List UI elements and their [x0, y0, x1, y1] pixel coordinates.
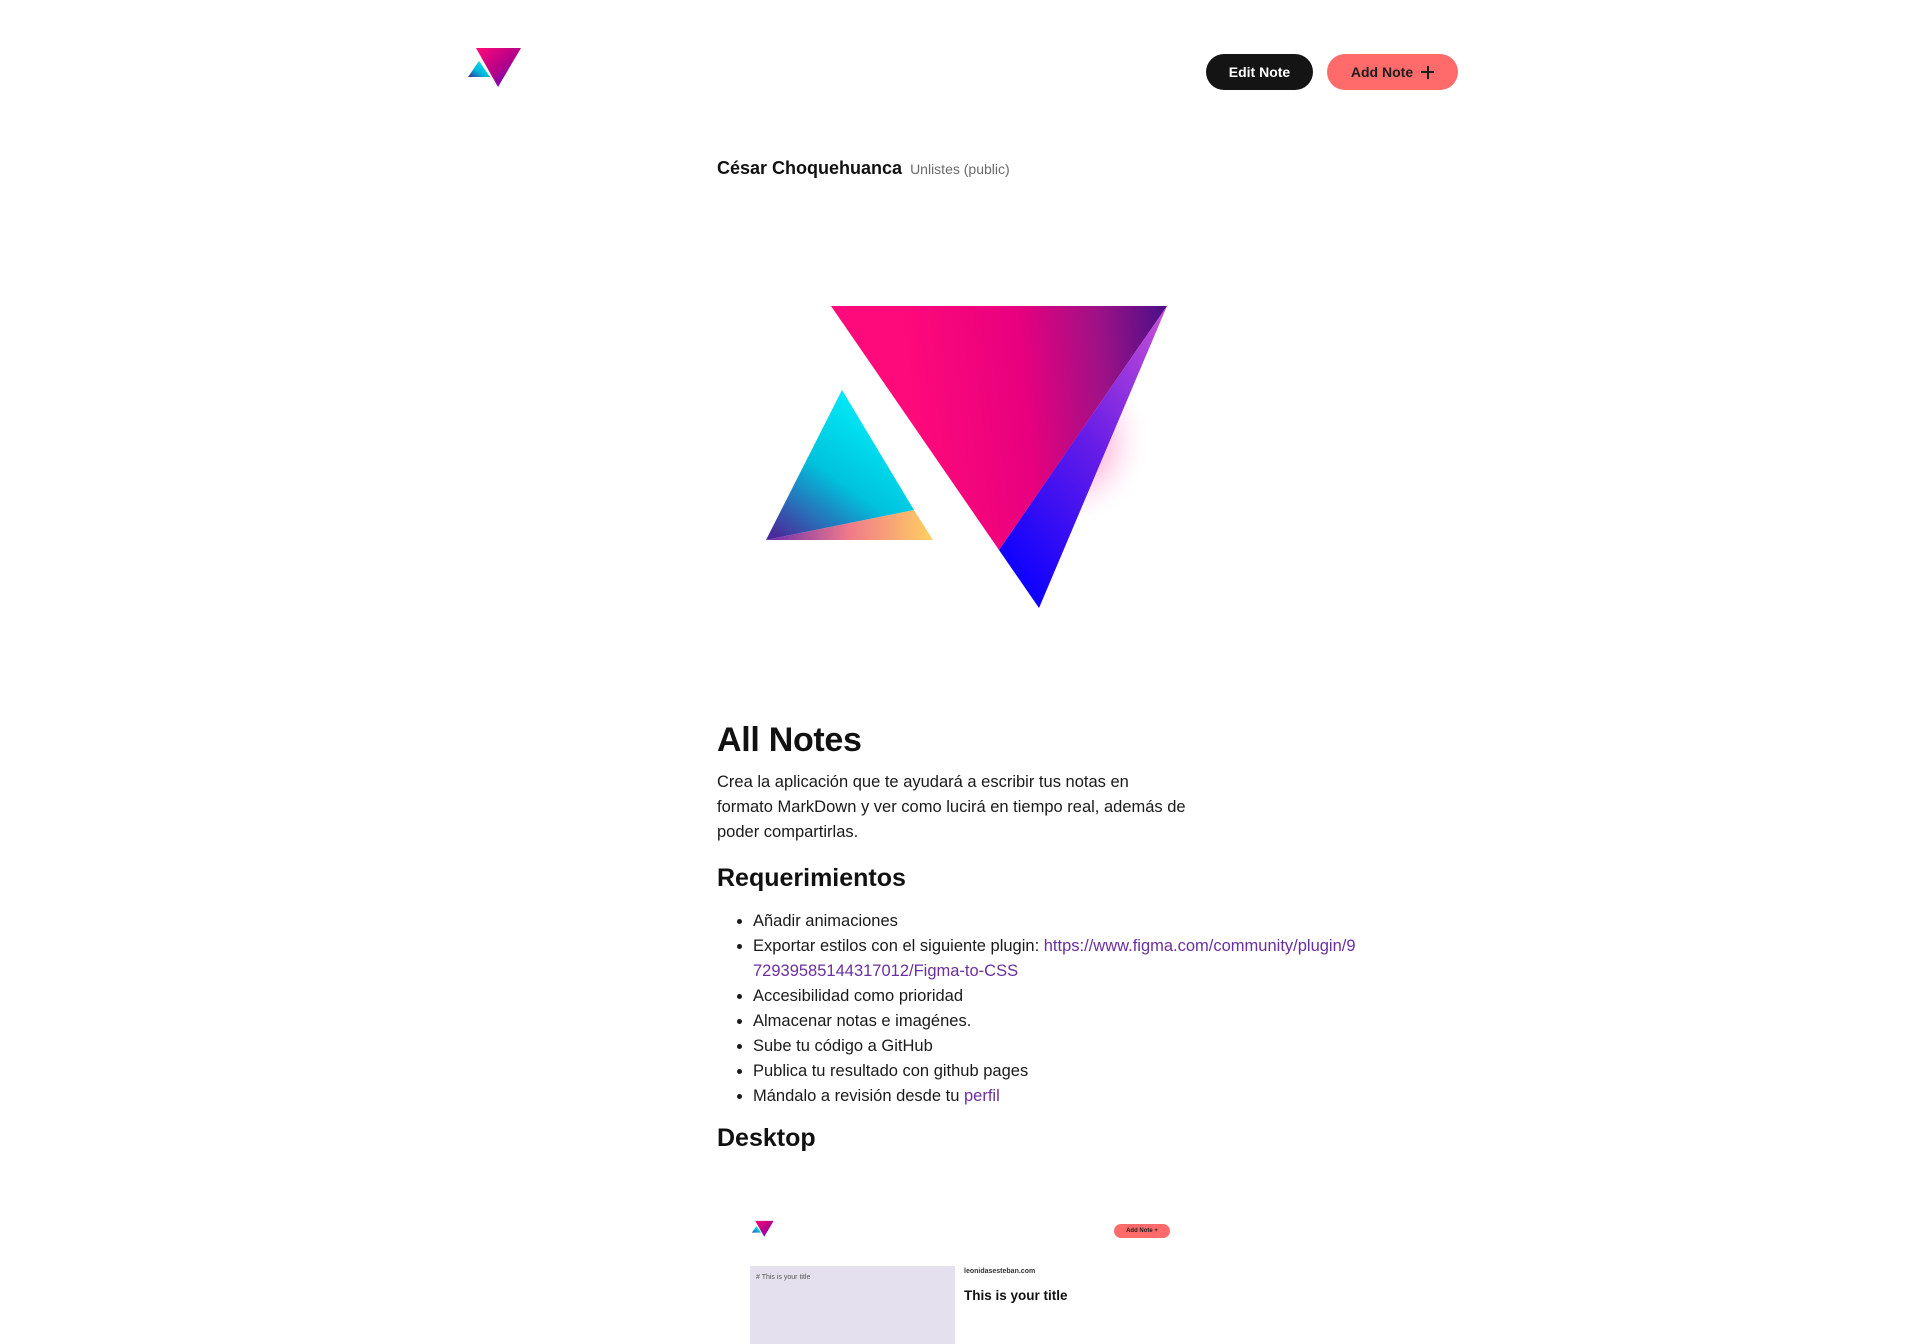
note-title: All Notes	[717, 721, 862, 759]
preview-editor-text: # This is your title	[756, 1274, 811, 1281]
requirements-heading: Requerimientos	[717, 864, 906, 892]
list-item: Exportar estilos con el siguiente plugin…	[753, 934, 1357, 984]
header-actions: Edit Note Add Note	[1206, 54, 1458, 90]
profile-link[interactable]: perfil	[964, 1087, 1000, 1105]
visibility-status: Unlistes (public)	[910, 161, 1010, 177]
author-name: César Choquehuanca	[717, 158, 903, 178]
edit-note-button[interactable]: Edit Note	[1206, 54, 1313, 90]
prism-illustration-icon	[766, 306, 1167, 608]
add-note-button[interactable]: Add Note	[1327, 54, 1458, 90]
preview-editor-pane: # This is your title	[750, 1266, 955, 1344]
list-item-text: Exportar estilos con el siguiente plugin…	[753, 937, 1044, 955]
prism-logo-icon[interactable]	[468, 47, 522, 89]
add-note-label: Add Note	[1350, 64, 1414, 80]
note-content: All Notes Crea la aplicación que te ayud…	[717, 718, 1357, 1155]
prism-logo-icon	[752, 1220, 774, 1237]
desktop-heading: Desktop	[717, 1124, 816, 1152]
desktop-preview-image: Add Note + # This is your title leonidas…	[738, 1210, 1178, 1344]
plus-icon	[1421, 65, 1435, 79]
list-item-text: Mándalo a revisión desde tu	[753, 1087, 964, 1105]
list-item: Sube tu código a GitHub	[753, 1034, 1357, 1059]
header: Edit Note Add Note	[468, 44, 1458, 96]
author-line: César Choquehuanca Unlistes (public)	[717, 158, 1010, 179]
preview-add-note-button: Add Note +	[1114, 1224, 1170, 1238]
list-item: Accesibilidad como prioridad	[753, 984, 1357, 1009]
list-item: Añadir animaciones	[753, 909, 1357, 934]
list-item: Publica tu resultado con github pages	[753, 1059, 1357, 1084]
preview-site-label: leonidasesteban.com	[964, 1268, 1036, 1275]
preview-title: This is your title	[964, 1288, 1068, 1303]
note-intro: Crea la aplicación que te ayudará a escr…	[717, 773, 1186, 841]
list-item: Almacenar notas e imagénes.	[753, 1009, 1357, 1034]
requirements-list: Añadir animaciones Exportar estilos con …	[717, 909, 1357, 1109]
edit-note-label: Edit Note	[1228, 64, 1291, 80]
page: Edit Note Add Note César Choquehuanca Un…	[0, 0, 1920, 1344]
list-item: Mándalo a revisión desde tu perfil	[753, 1084, 1357, 1109]
